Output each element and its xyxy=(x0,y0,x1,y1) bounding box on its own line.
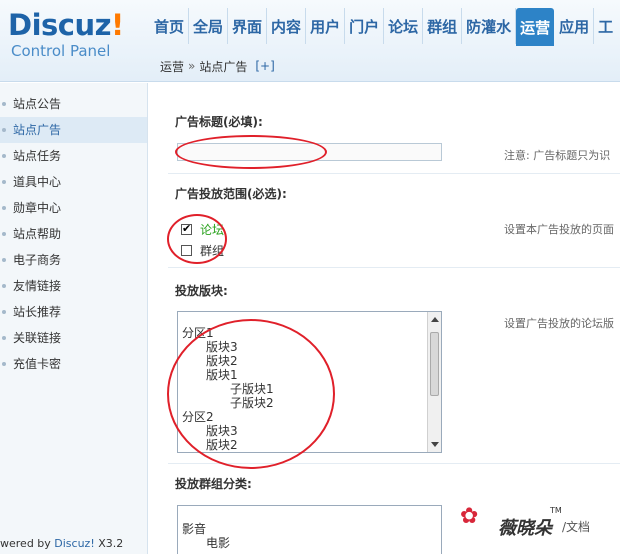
scope-option-forum[interactable]: 论坛 xyxy=(181,221,224,237)
nav-tab-portal[interactable]: 门户 xyxy=(345,8,385,44)
forum-checkbox[interactable] xyxy=(181,222,192,235)
group-checkbox-label: 群组 xyxy=(200,243,225,258)
breadcrumb-separator: » xyxy=(188,59,196,73)
watermark: ✿ 薇晓朵 TM /文档 xyxy=(450,490,620,550)
footer: wered by Discuz! X3.2 xyxy=(0,537,124,550)
forum-list-scrollbar[interactable] xyxy=(427,312,441,452)
group-select-list[interactable]: 影音 电影 xyxy=(177,505,442,554)
sidebar-item-related-links[interactable]: 关联链接 xyxy=(0,325,147,351)
main-content: 广告标题(必填): 注意: 广告标题只为识 广告投放范围(必选): 论坛 群组 … xyxy=(150,83,620,554)
nav-tab-user[interactable]: 用户 xyxy=(306,8,346,44)
logo-bang: ! xyxy=(111,8,124,42)
scope-label: 广告投放范围(必选): xyxy=(175,187,287,201)
nav-tab-operation[interactable]: 运营 xyxy=(516,8,555,46)
breadcrumb-section[interactable]: 运营 xyxy=(160,58,184,75)
divider xyxy=(168,463,620,464)
forum-option[interactable]: 子版块1 xyxy=(182,382,274,396)
forum-option[interactable]: 版块2 xyxy=(182,354,274,368)
group-options[interactable]: 影音 电影 xyxy=(182,522,230,550)
sidebar-item-ecommerce[interactable]: 电子商务 xyxy=(0,247,147,273)
forum-option[interactable]: 子版块2 xyxy=(182,396,274,410)
nav-tab-style[interactable]: 界面 xyxy=(228,8,268,44)
nav-tab-app[interactable]: 应用 xyxy=(555,8,595,44)
forum-option[interactable]: 分区2 xyxy=(182,410,274,424)
watermark-text: 薇晓朵 xyxy=(498,518,552,539)
forum-option[interactable]: 版块3 xyxy=(182,340,274,354)
footer-brand-link[interactable]: Discuz! xyxy=(54,537,94,550)
forum-label: 投放版块: xyxy=(175,284,228,298)
scope-option-group[interactable]: 群组 xyxy=(181,242,224,258)
watermark-tm: TM xyxy=(550,506,562,515)
watermark-doc: /文档 xyxy=(562,520,591,534)
sidebar-item-recommend[interactable]: 站长推荐 xyxy=(0,299,147,325)
ad-title-label: 广告标题(必填): xyxy=(175,115,263,129)
sidebar-item-help[interactable]: 站点帮助 xyxy=(0,221,147,247)
forum-checkbox-label: 论坛 xyxy=(200,222,225,237)
forum-option[interactable]: 版块3 xyxy=(182,424,274,438)
sidebar-item-announcement[interactable]: 站点公告 xyxy=(0,91,147,117)
nav-tab-group[interactable]: 群组 xyxy=(423,8,463,44)
group-checkbox[interactable] xyxy=(181,244,192,256)
logo-brand: Discuz xyxy=(8,8,112,42)
ad-title-input[interactable] xyxy=(177,143,442,161)
group-option[interactable]: 影音 xyxy=(182,522,230,536)
scroll-down-icon[interactable] xyxy=(431,442,439,447)
forum-hint: 设置广告投放的论坛版 xyxy=(504,317,614,330)
breadcrumb-page: 站点广告 xyxy=(199,59,248,74)
sidebar-item-card-keys[interactable]: 充值卡密 xyxy=(0,351,147,377)
divider xyxy=(168,267,620,268)
ad-title-hint: 注意: 广告标题只为识 xyxy=(504,149,611,162)
forum-select-list[interactable]: 分区1 版块3 版块2 版块1 子版块1 子版块2 分区2 版块3 版块2 xyxy=(177,311,442,453)
add-ad-link[interactable]: [+] xyxy=(255,59,274,73)
nav-tab-content[interactable]: 内容 xyxy=(267,8,307,44)
nav-tab-global[interactable]: 全局 xyxy=(189,8,229,44)
nav-tab-tools[interactable]: 工 xyxy=(594,8,617,44)
sidebar-item-tasks[interactable]: 站点任务 xyxy=(0,143,147,169)
group-category-label: 投放群组分类: xyxy=(175,477,252,491)
top-nav: 首页 全局 界面 内容 用户 门户 论坛 群组 防灌水 运营 应用 工 xyxy=(150,8,617,46)
scroll-thumb[interactable] xyxy=(430,332,439,396)
sidebar-item-friend-links[interactable]: 友情链接 xyxy=(0,273,147,299)
sidebar-item-props[interactable]: 道具中心 xyxy=(0,169,147,195)
logo[interactable]: Discuz! Control Panel xyxy=(8,8,148,78)
nav-tab-forum[interactable]: 论坛 xyxy=(384,8,424,44)
logo-subtitle: Control Panel xyxy=(11,42,111,60)
flower-logo-icon: ✿ xyxy=(460,504,479,529)
nav-tab-antispam[interactable]: 防灌水 xyxy=(462,8,517,44)
forum-options[interactable]: 分区1 版块3 版块2 版块1 子版块1 子版块2 分区2 版块3 版块2 xyxy=(182,326,274,452)
divider xyxy=(168,173,620,174)
sidebar-item-medals[interactable]: 勋章中心 xyxy=(0,195,147,221)
breadcrumb: 运营 » 站点广告 [+] xyxy=(150,52,620,80)
forum-option[interactable]: 分区1 xyxy=(182,326,274,340)
scope-hint: 设置本广告投放的页面 xyxy=(504,223,614,236)
forum-option[interactable]: 版块2 xyxy=(182,438,274,452)
group-option[interactable]: 电影 xyxy=(182,536,230,550)
forum-option[interactable]: 版块1 xyxy=(182,368,274,382)
scroll-up-icon[interactable] xyxy=(431,317,439,322)
sidebar: 站点公告 站点广告 站点任务 道具中心 勋章中心 站点帮助 电子商务 友情链接 … xyxy=(0,83,148,554)
nav-tab-home[interactable]: 首页 xyxy=(150,8,190,44)
sidebar-item-site-ads[interactable]: 站点广告 xyxy=(0,117,147,143)
